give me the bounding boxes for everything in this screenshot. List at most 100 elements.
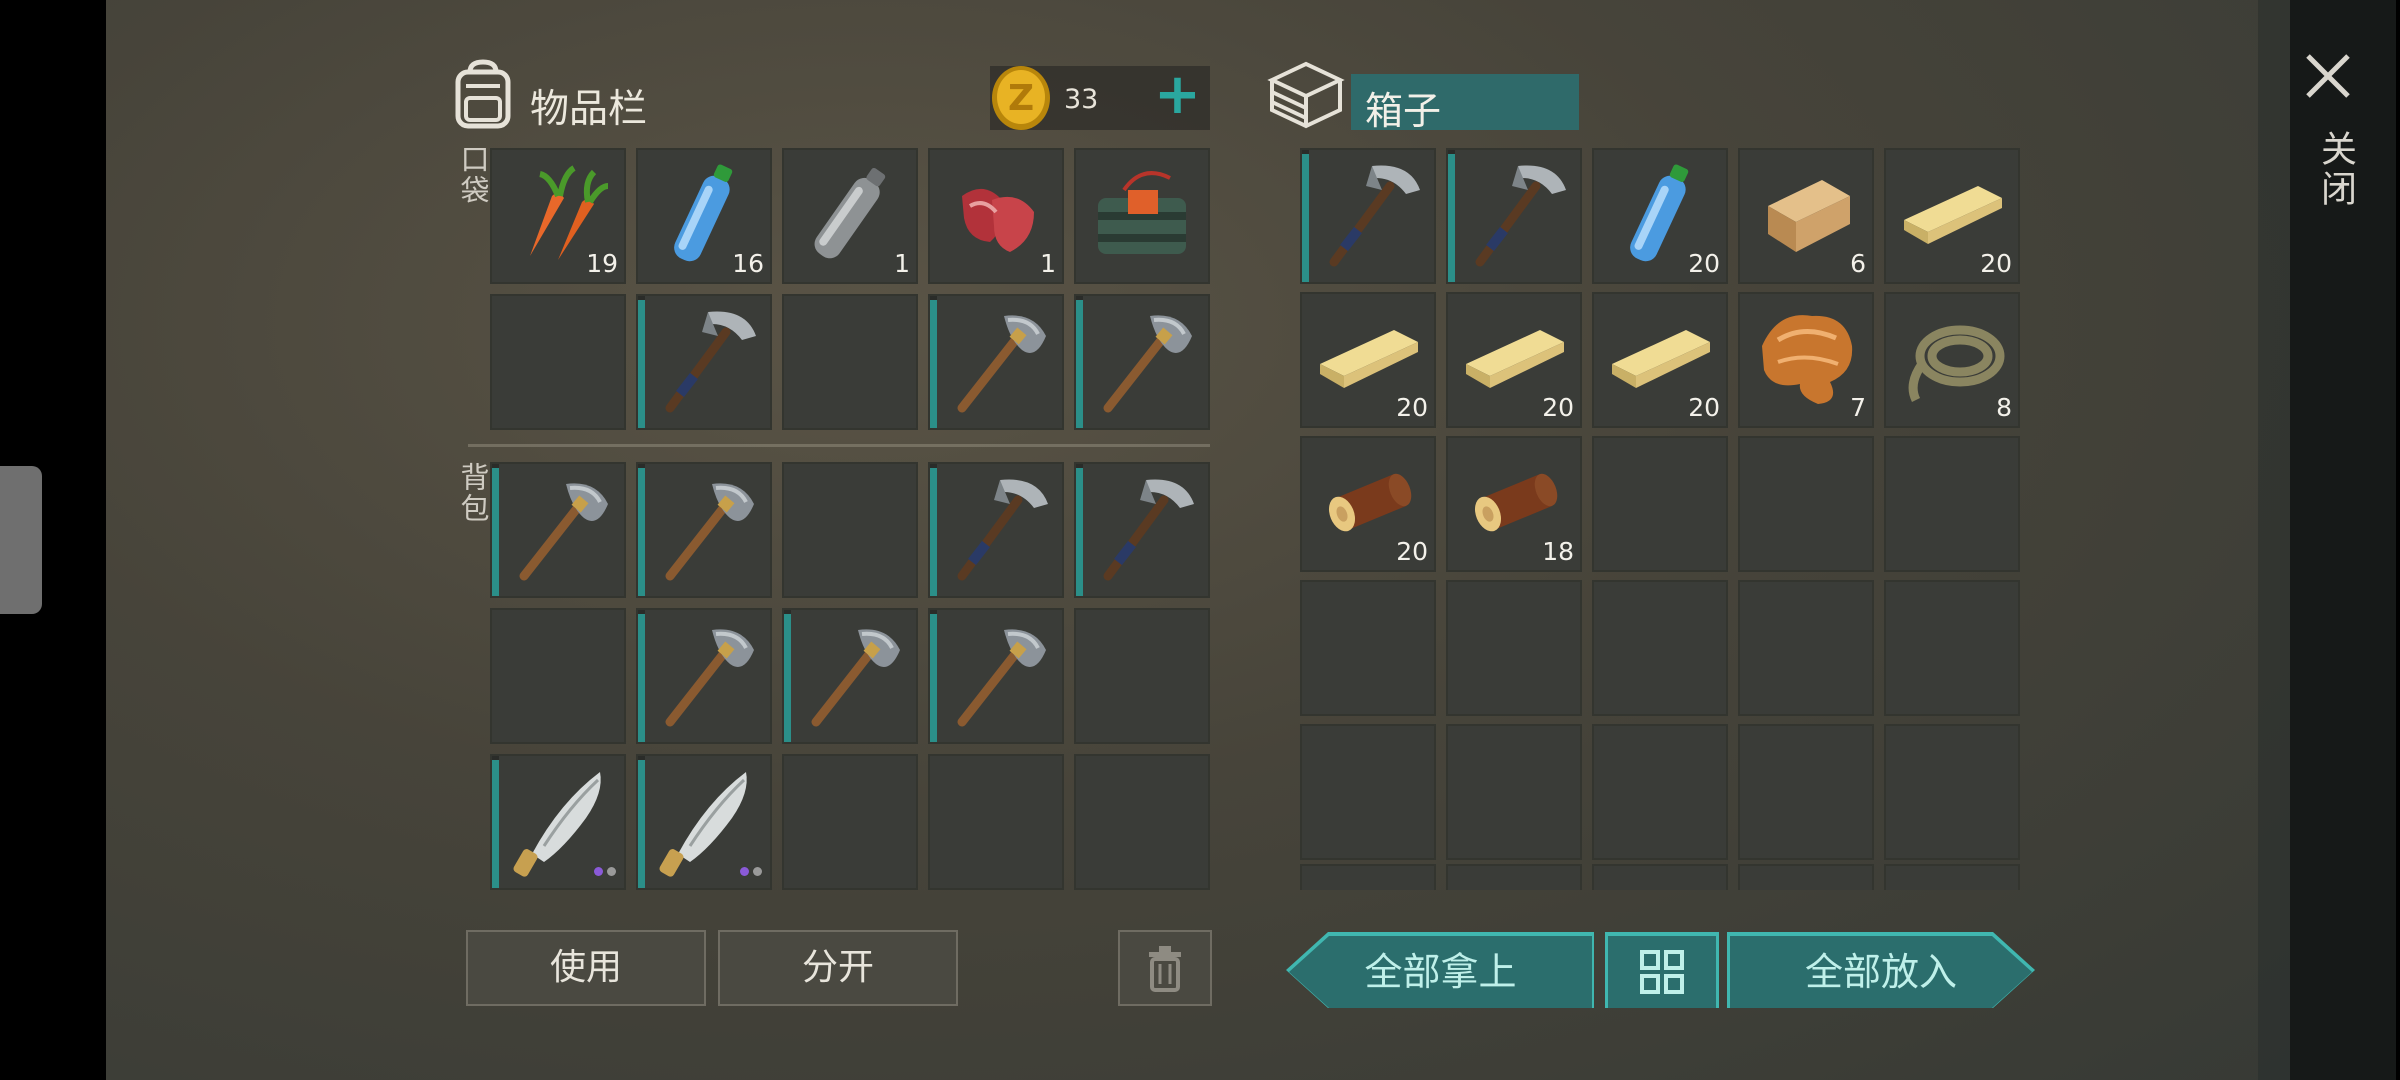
pocket-slot[interactable]: 1 (782, 148, 918, 284)
box-slot[interactable]: 6 (1738, 148, 1874, 284)
backpack-slot[interactable] (490, 462, 626, 598)
box-slot[interactable] (1738, 724, 1874, 860)
box-slot[interactable]: 20 (1300, 436, 1436, 572)
pocket-slot[interactable] (490, 294, 626, 430)
sort-button[interactable] (1608, 936, 1716, 1008)
box-slot[interactable] (1738, 436, 1874, 572)
pocket-slot[interactable] (1074, 294, 1210, 430)
stone-axe-icon (1103, 315, 1192, 413)
item-count: 20 (1396, 537, 1428, 566)
box-slot-partial[interactable] (1446, 864, 1582, 890)
box-slot[interactable] (1446, 724, 1582, 860)
backpack-slot[interactable] (636, 608, 772, 744)
durability-bar (930, 468, 937, 596)
inventory-title: 物品栏 (530, 87, 648, 132)
item-count: 16 (732, 249, 764, 278)
backpack-slot[interactable] (782, 608, 918, 744)
box-slot-partial[interactable] (1738, 864, 1874, 890)
box-slot[interactable]: 20 (1592, 148, 1728, 284)
stone-axe-icon (665, 483, 754, 581)
durability-bar (784, 614, 791, 742)
backpack-slot[interactable] (928, 608, 1064, 744)
backpack-slot[interactable] (928, 754, 1064, 890)
pocket-label: 口袋 (456, 144, 490, 206)
iron-axe-icon (1475, 165, 1566, 267)
box-slot[interactable] (1738, 580, 1874, 716)
pocket-slot[interactable]: 19 (490, 148, 626, 284)
durability-bar (492, 468, 499, 596)
box-slot[interactable]: 20 (1884, 148, 2020, 284)
iron-axe-icon (1103, 479, 1194, 581)
box-slot-partial[interactable] (1300, 864, 1436, 890)
section-divider (468, 444, 1210, 447)
take-all-button[interactable]: 全部拿上 (1289, 936, 1592, 1008)
close-button-label[interactable]: 关闭 (2309, 130, 2361, 210)
box-slot[interactable] (1446, 580, 1582, 716)
box-slot[interactable]: 20 (1300, 292, 1436, 428)
durability-bar (638, 760, 645, 888)
item-count: 20 (1542, 393, 1574, 422)
durability-bar (638, 468, 645, 596)
pocket-slot[interactable] (928, 294, 1064, 430)
stone-axe-icon (811, 629, 900, 727)
box-slot[interactable]: 18 (1446, 436, 1582, 572)
explosive-pack-icon (1098, 171, 1186, 254)
modifier-dots (590, 861, 616, 880)
backpack-slot[interactable] (1074, 608, 1210, 744)
raw-meat-icon (962, 188, 1034, 252)
backpack-label: 背包 (456, 462, 490, 524)
box-slot[interactable] (1884, 436, 2020, 572)
box-slot[interactable] (1300, 580, 1436, 716)
box-slot[interactable] (1446, 148, 1582, 284)
durability-bar (1076, 468, 1083, 596)
box-slot[interactable] (1592, 580, 1728, 716)
backpack-slot[interactable] (490, 608, 626, 744)
item-count: 7 (1850, 393, 1866, 422)
backpack-slot[interactable] (782, 754, 918, 890)
backpack-slot[interactable] (782, 462, 918, 598)
backpack-slot[interactable] (490, 754, 626, 890)
item-count: 19 (586, 249, 618, 278)
backpack-slot[interactable] (636, 462, 772, 598)
box-slot[interactable]: 7 (1738, 292, 1874, 428)
backpack-slot[interactable] (1074, 462, 1210, 598)
durability-bar (1302, 154, 1309, 282)
box-slot[interactable] (1300, 148, 1436, 284)
box-slot[interactable]: 20 (1446, 292, 1582, 428)
box-slot[interactable] (1592, 436, 1728, 572)
box-slot[interactable] (1592, 724, 1728, 860)
box-slot[interactable]: 8 (1884, 292, 2020, 428)
pocket-slot[interactable] (1074, 148, 1210, 284)
trash-icon (1149, 946, 1181, 992)
split-button[interactable]: 分开 (718, 930, 958, 1006)
box-slot[interactable] (1300, 724, 1436, 860)
backpack-slot[interactable] (1074, 754, 1210, 890)
pocket-slot[interactable] (782, 294, 918, 430)
backpack-slot[interactable] (636, 754, 772, 890)
game-screen: 物品栏 Z 33 + 箱子 关闭 口袋 背包 19 16 1 1 20 6 20 20 20 2… (106, 0, 2396, 1080)
add-coins-button[interactable]: + (1154, 67, 1201, 123)
use-button[interactable]: 使用 (466, 930, 706, 1006)
pocket-slot[interactable] (636, 294, 772, 430)
side-drawer-handle[interactable] (0, 466, 42, 614)
box-slot[interactable]: 20 (1592, 292, 1728, 428)
pocket-slot[interactable]: 1 (928, 148, 1064, 284)
iron-axe-icon (957, 479, 1048, 581)
box-name-field[interactable]: 箱子 (1351, 74, 1579, 133)
svg-text:Z: Z (1008, 78, 1034, 119)
backpack-slot[interactable] (928, 462, 1064, 598)
pocket-slot[interactable]: 16 (636, 148, 772, 284)
item-count: 1 (894, 249, 910, 278)
put-all-button[interactable]: 全部放入 (1730, 936, 2032, 1008)
box-slot-partial[interactable] (1884, 864, 2020, 890)
durability-bar (1448, 154, 1455, 282)
trash-button[interactable] (1118, 930, 1212, 1006)
item-count: 20 (1688, 393, 1720, 422)
box-slot[interactable] (1884, 724, 2020, 860)
empty-bottle-icon (814, 167, 886, 259)
box-slot[interactable] (1884, 580, 2020, 716)
item-count: 20 (1980, 249, 2012, 278)
box-slot-partial[interactable] (1592, 864, 1728, 890)
close-icon[interactable] (2302, 50, 2354, 102)
grid-sort-icon (1640, 950, 1684, 994)
